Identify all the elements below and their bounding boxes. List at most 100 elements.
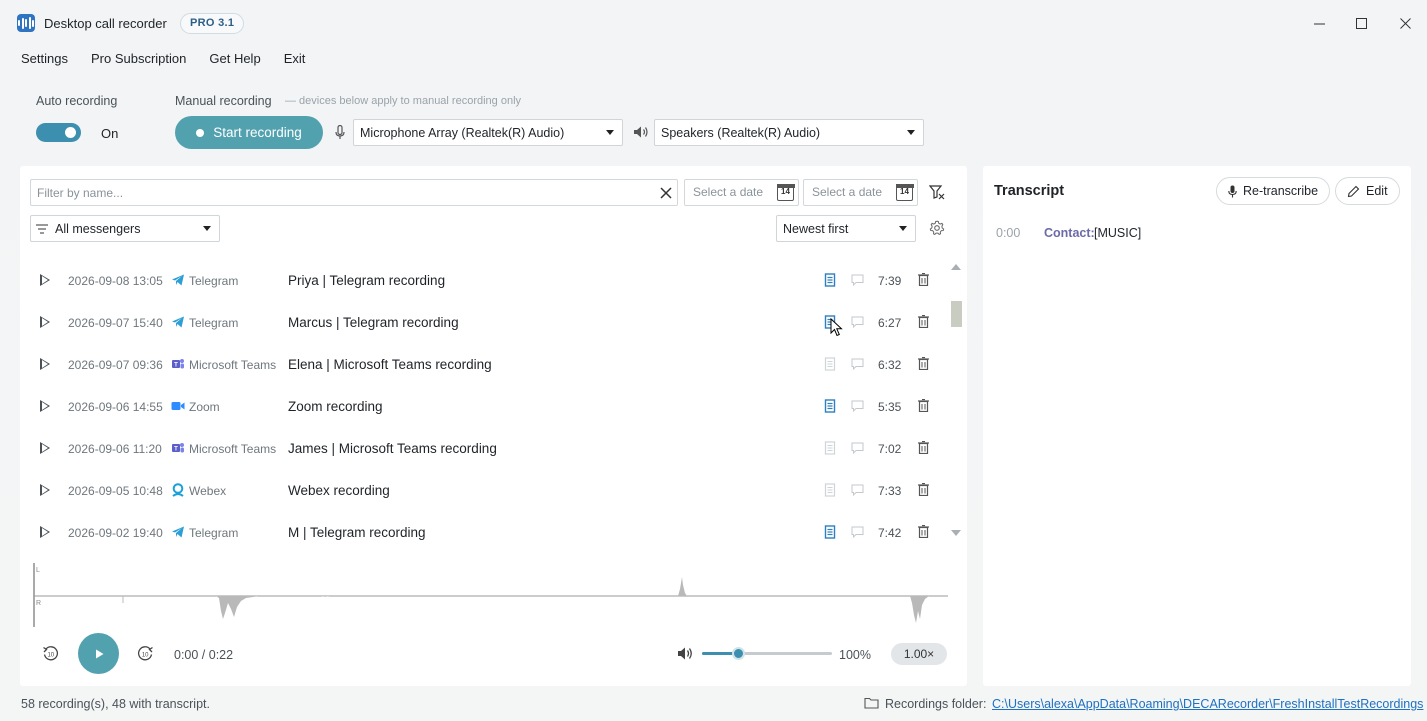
recording-row[interactable]: 2026-09-06 14:55 Zoom Zoom recording 5:3… <box>20 385 940 427</box>
speakers-select[interactable]: Speakers (Realtek(R) Audio) <box>654 119 924 146</box>
clear-filter-icon[interactable] <box>660 187 672 199</box>
play-icon[interactable] <box>40 358 50 370</box>
trash-icon[interactable] <box>918 483 929 496</box>
scrollbar-thumb[interactable] <box>951 301 962 327</box>
play-icon[interactable] <box>40 400 50 412</box>
comment-icon[interactable] <box>851 526 864 538</box>
auto-recording-toggle[interactable] <box>36 123 81 142</box>
volume-icon[interactable] <box>677 646 694 661</box>
recording-row[interactable]: 2026-09-08 13:05 Telegram Priya | Telegr… <box>20 259 940 301</box>
speaker-icon <box>634 126 648 138</box>
svg-text:10: 10 <box>142 653 149 659</box>
recording-title[interactable]: Zoom recording <box>288 399 383 414</box>
date-to-field[interactable]: Select a date 14 <box>803 179 918 206</box>
menu-get-help[interactable]: Get Help <box>209 51 260 66</box>
transcript-timestamp[interactable]: 0:00 <box>996 226 1020 240</box>
filter-text-field[interactable] <box>31 180 631 205</box>
play-icon[interactable] <box>40 526 50 538</box>
recording-duration: 7:02 <box>878 442 902 456</box>
microphone-icon <box>1228 185 1237 197</box>
comment-icon[interactable] <box>851 400 864 412</box>
rewind-icon[interactable]: 10 <box>42 645 59 662</box>
play-icon[interactable] <box>40 442 50 454</box>
trash-icon[interactable] <box>918 357 929 370</box>
webex-icon <box>172 483 184 497</box>
menu-exit[interactable]: Exit <box>284 51 306 66</box>
date-from-field[interactable]: Select a date 14 <box>684 179 799 206</box>
messenger-name: Telegram <box>189 526 239 540</box>
volume-percent: 100% <box>839 648 871 662</box>
transcript-doc-icon[interactable] <box>824 483 836 497</box>
trash-icon[interactable] <box>918 525 929 538</box>
maximize-button[interactable] <box>1350 12 1372 34</box>
comment-icon[interactable] <box>851 274 864 286</box>
edit-button[interactable]: Edit <box>1335 177 1400 205</box>
scroll-up-arrow[interactable] <box>951 264 961 270</box>
transcript-doc-icon[interactable] <box>824 273 836 287</box>
manual-recording-hint: — devices below apply to manual recordin… <box>285 95 522 107</box>
transcript-doc-icon[interactable] <box>824 357 836 371</box>
recording-title[interactable]: Elena | Microsoft Teams recording <box>288 357 492 372</box>
recording-title[interactable]: Priya | Telegram recording <box>288 273 445 288</box>
play-button[interactable] <box>78 633 119 674</box>
recording-date: 2026-09-02 19:40 <box>68 526 163 540</box>
play-icon[interactable] <box>40 484 50 496</box>
comment-icon[interactable] <box>851 316 864 328</box>
messenger-name: Telegram <box>189 274 239 288</box>
telegram-icon <box>172 526 184 538</box>
play-icon <box>95 649 103 658</box>
playback-speed-button[interactable]: 1.00× <box>891 643 947 665</box>
messenger-name: Microsoft Teams <box>189 358 277 372</box>
recording-title[interactable]: Webex recording <box>288 483 390 498</box>
recording-row[interactable]: 2026-09-05 10:48 Webex Webex recording 7… <box>20 469 940 511</box>
recording-row[interactable]: 2026-09-07 09:36 T Microsoft Teams Elena… <box>20 343 940 385</box>
trash-icon[interactable] <box>918 273 929 286</box>
messenger-filter-value: All messengers <box>55 221 141 236</box>
menu-settings[interactable]: Settings <box>21 51 68 66</box>
play-icon[interactable] <box>40 316 50 328</box>
trash-icon[interactable] <box>918 399 929 412</box>
calendar-icon[interactable]: 14 <box>895 183 914 201</box>
transcript-doc-icon[interactable] <box>824 399 836 413</box>
sort-select[interactable]: Newest first <box>776 215 916 242</box>
gear-icon[interactable] <box>929 220 945 236</box>
scroll-down-arrow[interactable] <box>951 530 961 536</box>
auto-recording-label: Auto recording <box>36 94 118 108</box>
comment-icon[interactable] <box>851 442 864 454</box>
microphone-icon <box>335 125 345 139</box>
recording-title[interactable]: Marcus | Telegram recording <box>288 315 459 330</box>
messenger-filter-select[interactable]: All messengers <box>30 215 220 242</box>
right-channel-label: R <box>36 600 41 607</box>
recording-duration: 6:27 <box>878 316 902 330</box>
recording-row[interactable]: 2026-09-07 15:40 Telegram Marcus | Teleg… <box>20 301 940 343</box>
pencil-icon <box>1347 185 1360 197</box>
recording-row[interactable]: 2026-09-06 11:20 T Microsoft Teams James… <box>20 427 940 469</box>
fast-forward-icon[interactable]: 10 <box>137 645 154 662</box>
calendar-icon[interactable]: 14 <box>776 183 795 201</box>
clear-filters-icon[interactable] <box>929 185 945 200</box>
transcript-doc-icon[interactable] <box>824 525 836 539</box>
close-icon <box>1399 17 1411 29</box>
recording-title[interactable]: M | Telegram recording <box>288 525 426 540</box>
close-window-button[interactable] <box>1394 12 1416 34</box>
teams-icon: T <box>172 359 184 369</box>
trash-icon[interactable] <box>918 441 929 454</box>
trash-icon[interactable] <box>918 315 929 328</box>
transcript-doc-icon[interactable] <box>824 441 836 455</box>
play-icon[interactable] <box>40 274 50 286</box>
minimize-button[interactable] <box>1308 12 1330 34</box>
recording-title[interactable]: James | Microsoft Teams recording <box>288 441 497 456</box>
comment-icon[interactable] <box>851 358 864 370</box>
menu-pro-subscription[interactable]: Pro Subscription <box>91 51 186 66</box>
recordings-summary: 58 recording(s), 48 with transcript. <box>21 697 210 711</box>
recording-row[interactable]: 2026-09-02 19:40 Telegram M | Telegram r… <box>20 511 940 553</box>
microphone-select[interactable]: Microphone Array (Realtek(R) Audio) <box>353 119 623 146</box>
filter-by-name-input[interactable] <box>30 179 678 206</box>
comment-icon[interactable] <box>851 484 864 496</box>
volume-knob[interactable] <box>732 647 745 660</box>
start-recording-button[interactable]: Start recording <box>175 116 323 149</box>
retranscribe-button[interactable]: Re-transcribe <box>1216 177 1331 205</box>
waveform[interactable]: L R <box>33 563 948 627</box>
volume-slider[interactable] <box>702 647 832 660</box>
recordings-folder-link[interactable]: C:\Users\alexa\AppData\Roaming\DECARecor… <box>992 697 1423 711</box>
